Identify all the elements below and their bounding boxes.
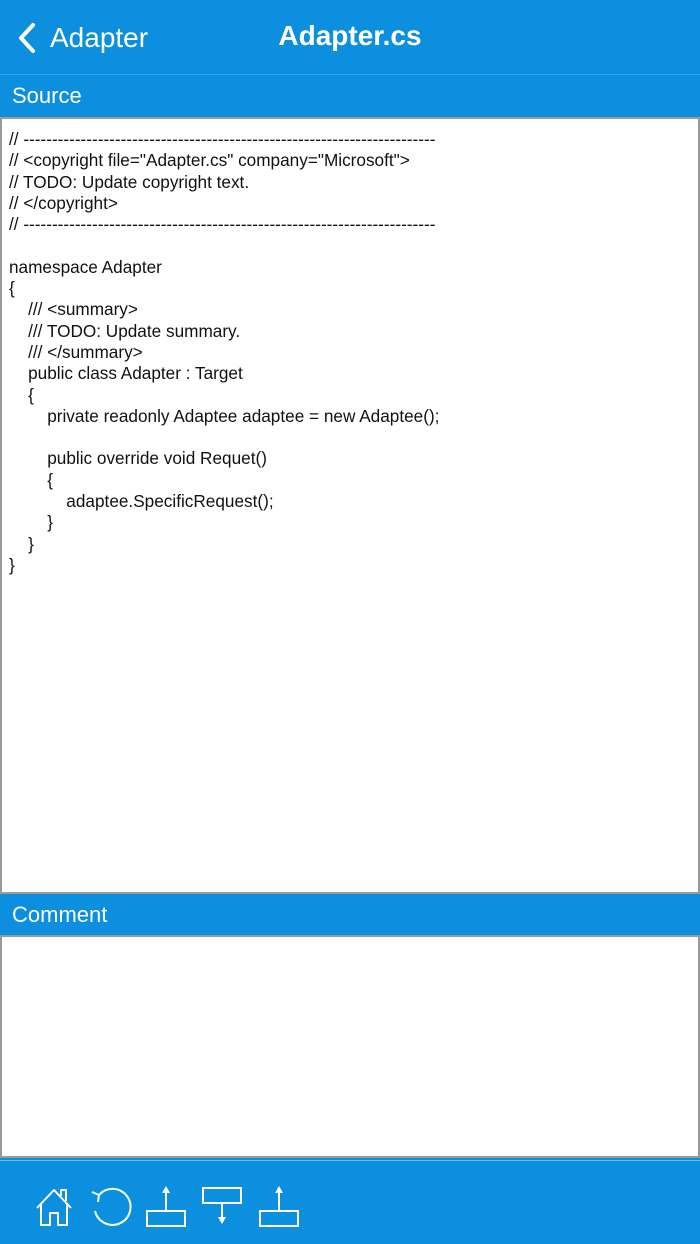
refresh-button[interactable]	[86, 1181, 132, 1229]
push-up-icon	[259, 1186, 299, 1227]
move-up-icon	[146, 1186, 186, 1227]
move-down-icon	[202, 1187, 242, 1224]
home-icon	[36, 1189, 72, 1226]
source-panel[interactable]: // -------------------------------------…	[0, 117, 700, 894]
page-title: Adapter.cs	[278, 20, 422, 51]
bottom-toolbar	[0, 1160, 700, 1244]
comment-header: Comment	[0, 894, 700, 936]
push-up-button[interactable]	[257, 1181, 303, 1229]
move-up-button[interactable]	[144, 1181, 190, 1229]
home-button[interactable]	[31, 1181, 77, 1229]
navigation-bar: Adapter Adapter.cs	[0, 0, 700, 75]
refresh-icon	[91, 1187, 132, 1226]
source-header: Source	[0, 75, 700, 117]
move-down-button[interactable]	[200, 1181, 246, 1229]
source-code-text[interactable]: // -------------------------------------…	[2, 119, 698, 576]
comment-input[interactable]	[0, 935, 700, 1158]
